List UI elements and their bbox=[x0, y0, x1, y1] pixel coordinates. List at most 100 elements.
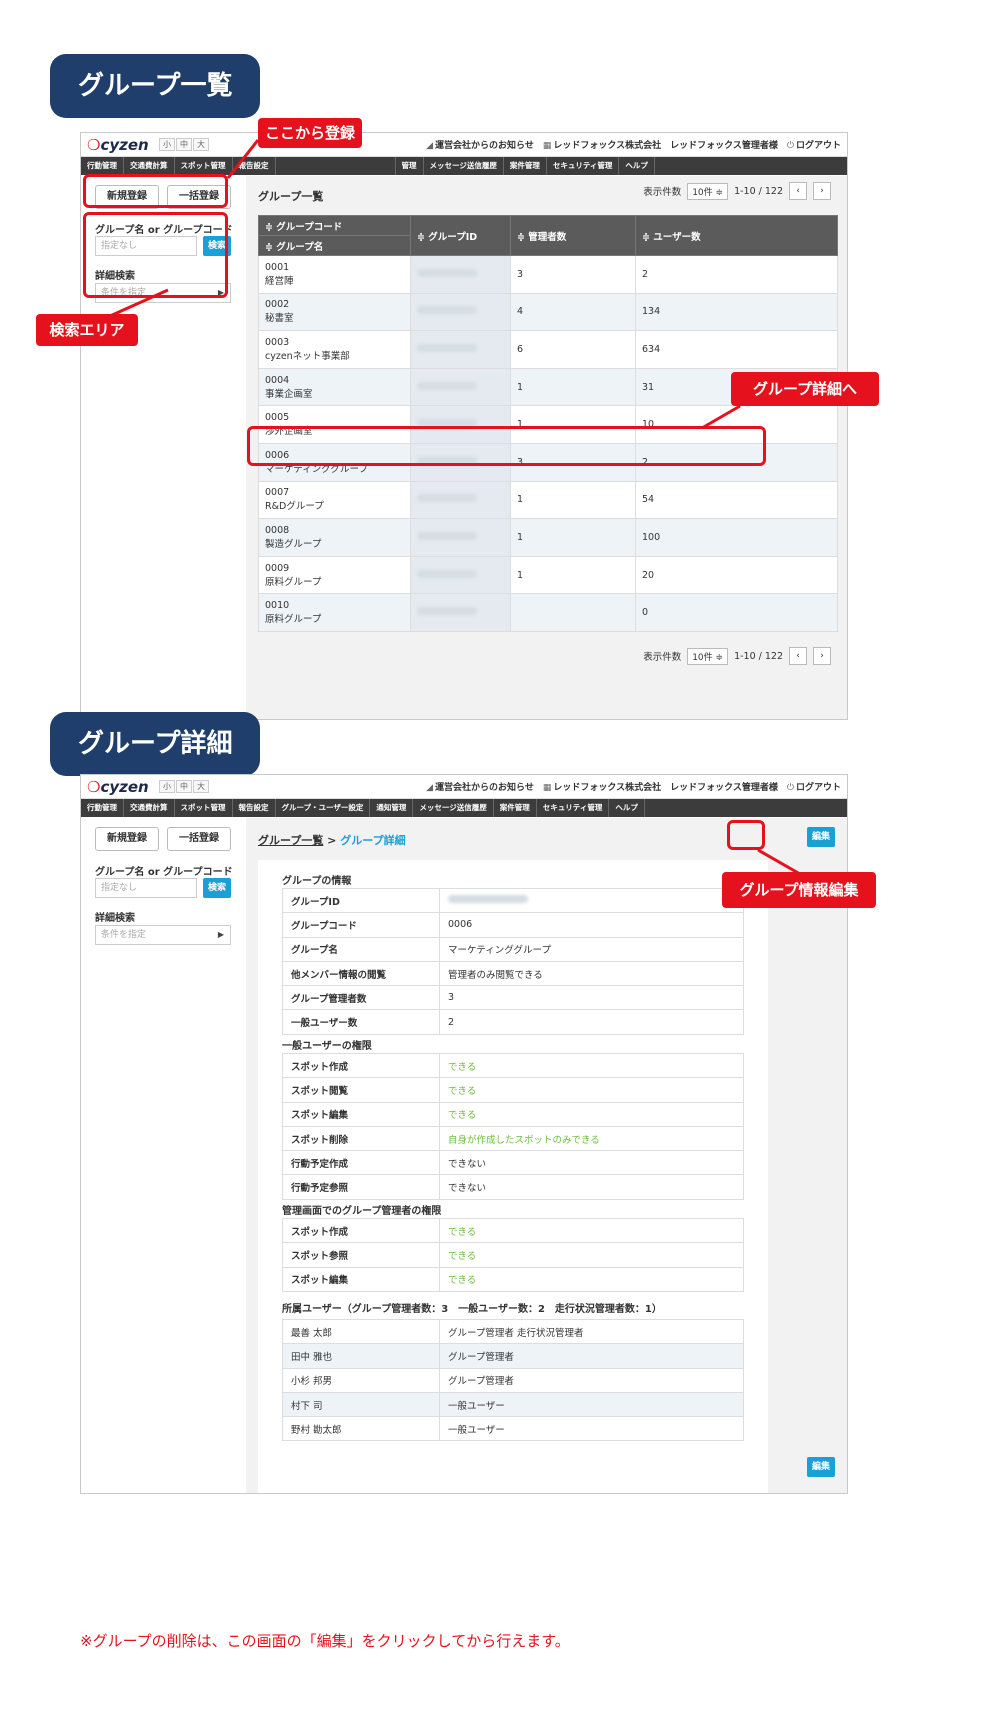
per-page-select[interactable]: 10件 ≑ bbox=[687, 647, 729, 665]
nav-item[interactable]: 案件管理 bbox=[494, 799, 537, 817]
megaphone-icon: ◢ bbox=[426, 141, 434, 151]
redacted-id bbox=[417, 381, 477, 390]
member-row[interactable]: 村下 司一般ユーザー bbox=[282, 1391, 744, 1418]
table-row[interactable]: 0001 経営陣 3 2 bbox=[258, 255, 838, 294]
col-code[interactable]: ≑ グループコード bbox=[258, 215, 411, 236]
next-page-button[interactable]: › bbox=[813, 647, 831, 665]
nav-item[interactable]: メッセージ送信履歴 bbox=[413, 799, 494, 817]
font-size-large[interactable]: 大 bbox=[193, 138, 209, 151]
logo-mark-icon: ❍ bbox=[87, 778, 101, 796]
nav-item[interactable]: 管理 bbox=[396, 157, 424, 175]
logo-mark-icon: ❍ bbox=[87, 136, 101, 154]
logout-link[interactable]: ⏻ ログアウト bbox=[787, 780, 841, 793]
detail-row: グループ管理者数 3 bbox=[282, 985, 744, 1011]
nav-item[interactable] bbox=[276, 157, 396, 175]
member-row[interactable]: 野村 勘太郎 一般ユーザー bbox=[282, 1416, 744, 1442]
table-row[interactable]: 0003 cyzenネット事業部 6 634 bbox=[258, 330, 838, 369]
member-row[interactable]: 小杉 邦男 グループ管理者 bbox=[282, 1367, 744, 1393]
detail-row: 一般ユーザー数 2 bbox=[282, 1009, 744, 1035]
prev-page-button[interactable]: ‹ bbox=[789, 647, 807, 665]
font-size-small[interactable]: 小 bbox=[159, 780, 175, 793]
font-size-small[interactable]: 小 bbox=[159, 138, 175, 151]
breadcrumb: グループ一覧 > グループ詳細 bbox=[258, 832, 406, 848]
top-bar: ❍cyzen 小 中 大 ◢ 運営会社からのお知らせ ▦ レッドフォックス株式会社 … bbox=[81, 133, 847, 157]
detail-value: できる bbox=[439, 1101, 744, 1127]
row-0006-highlight bbox=[247, 426, 766, 466]
table-row[interactable]: 0007 R&Dグループ 1 54 bbox=[258, 480, 838, 520]
logout-link[interactable]: ⏻ ログアウト bbox=[787, 138, 841, 151]
font-size-medium[interactable]: 中 bbox=[176, 780, 192, 793]
user-link[interactable]: レッドフォックス管理者様 bbox=[670, 780, 778, 793]
power-icon: ⏻ bbox=[786, 783, 794, 793]
admin-perm-table: スポット作成 できる スポット参照 できる スポット編集 できる bbox=[282, 1217, 744, 1292]
news-link[interactable]: ◢ 運営会社からのお知らせ bbox=[426, 780, 534, 793]
table-row[interactable]: 0008 製造グループ 1 100 bbox=[258, 518, 838, 557]
detail-search-label: 詳細検索 bbox=[95, 913, 135, 924]
nav-item[interactable]: 行動管理 bbox=[81, 799, 124, 817]
nav-item[interactable]: スポット管理 bbox=[175, 157, 233, 175]
nav-item[interactable]: 行動管理 bbox=[81, 157, 124, 175]
register-callout: ここから登録 bbox=[258, 118, 362, 148]
nav-item[interactable]: ヘルプ bbox=[609, 799, 645, 817]
nav-item[interactable]: スポット管理 bbox=[175, 799, 233, 817]
company-link-label: レッドフォックス株式会社 bbox=[553, 141, 662, 151]
font-size-large[interactable]: 大 bbox=[193, 780, 209, 793]
col-admins[interactable]: ≑ 管理者数 bbox=[510, 215, 636, 256]
detail-key: グループコード bbox=[282, 912, 440, 938]
table-row[interactable]: 0002 秘書室 4 134 bbox=[258, 292, 838, 332]
breadcrumb-parent-link[interactable]: グループ一覧 bbox=[258, 834, 323, 847]
search-input[interactable]: 指定なし bbox=[95, 878, 197, 898]
per-page-select[interactable]: 10件 ≑ bbox=[687, 182, 729, 200]
table-row[interactable]: 0009 原料グループ 1 20 bbox=[258, 555, 838, 595]
nav-item[interactable]: 案件管理 bbox=[504, 157, 547, 175]
user-link[interactable]: レッドフォックス管理者様 bbox=[670, 138, 778, 151]
group-code-name-cell: 0003 cyzenネット事業部 bbox=[258, 330, 411, 369]
nav-item[interactable]: セキュリティ管理 bbox=[547, 157, 620, 175]
admin-perm-title: 管理画面でのグループ管理者の権限 bbox=[282, 1206, 442, 1217]
detail-value: できない bbox=[439, 1174, 744, 1200]
prev-page-button[interactable]: ‹ bbox=[789, 182, 807, 200]
nav-item[interactable]: メッセージ送信履歴 bbox=[424, 157, 504, 175]
company-link[interactable]: ▦ レッドフォックス株式会社 bbox=[543, 138, 661, 151]
nav-item[interactable]: 交通費計算 bbox=[124, 157, 175, 175]
font-size-medium[interactable]: 中 bbox=[176, 138, 192, 151]
to-detail-callout: グループ詳細へ bbox=[731, 372, 879, 406]
detail-key: スポット作成 bbox=[282, 1217, 440, 1244]
redacted-id bbox=[417, 531, 477, 540]
bulk-register-button[interactable]: 一括登録 bbox=[167, 827, 231, 851]
edit-button-bottom[interactable]: 編集 bbox=[807, 1457, 835, 1477]
detail-row: グループコード 0006 bbox=[282, 912, 744, 938]
col-name[interactable]: ≑ グループ名 bbox=[258, 235, 411, 256]
member-row[interactable]: 田中 雅也 グループ管理者 bbox=[282, 1343, 744, 1369]
next-page-button[interactable]: › bbox=[813, 182, 831, 200]
nav-item[interactable]: グループ・ユーザー設定 bbox=[276, 799, 371, 817]
nav-item[interactable]: 報告設定 bbox=[233, 157, 276, 175]
new-register-button[interactable]: 新規登録 bbox=[95, 827, 159, 851]
redacted-id bbox=[417, 343, 477, 352]
nav-item[interactable]: 交通費計算 bbox=[124, 799, 175, 817]
group-name: 経営陣 bbox=[265, 275, 294, 287]
member-row[interactable]: 最善 太郎 グループ管理者 走行状況管理者 bbox=[282, 1318, 744, 1345]
table-row[interactable]: 0010 原料グループ 0 bbox=[258, 593, 838, 632]
group-code-name-cell: 0002 秘書室 bbox=[258, 292, 411, 332]
nav-item[interactable]: ヘルプ bbox=[619, 157, 655, 175]
condition-select[interactable]: 条件を指定 ▶ bbox=[95, 925, 231, 945]
detail-row: スポット編集 できる bbox=[282, 1266, 744, 1292]
nav-item[interactable]: 通知管理 bbox=[370, 799, 414, 817]
group-name: 秘書室 bbox=[265, 313, 294, 325]
detail-card: グループの情報 グループID グループコード 0006 グループ名 マーケティンググルー… bbox=[258, 860, 768, 1493]
detail-key: スポット編集 bbox=[282, 1266, 440, 1292]
nav-item[interactable]: セキュリティ管理 bbox=[537, 799, 610, 817]
company-link[interactable]: ▦ レッドフォックス株式会社 bbox=[543, 780, 661, 793]
nav-item[interactable]: 報告設定 bbox=[233, 799, 276, 817]
col-id[interactable]: ≑ グループID bbox=[410, 215, 511, 256]
detail-key: スポット削除 bbox=[282, 1125, 440, 1152]
logout-label: ログアウト bbox=[795, 783, 841, 793]
detail-key: 他メンバー情報の閲覧 bbox=[282, 960, 440, 987]
search-button[interactable]: 検索 bbox=[203, 878, 231, 898]
edit-button-top[interactable]: 編集 bbox=[807, 827, 835, 847]
breadcrumb-current: グループ詳細 bbox=[340, 834, 406, 847]
news-link[interactable]: ◢ 運営会社からのお知らせ bbox=[426, 138, 534, 151]
user-count-cell: 100 bbox=[635, 518, 838, 557]
col-users[interactable]: ≑ ユーザー数 bbox=[635, 215, 838, 256]
